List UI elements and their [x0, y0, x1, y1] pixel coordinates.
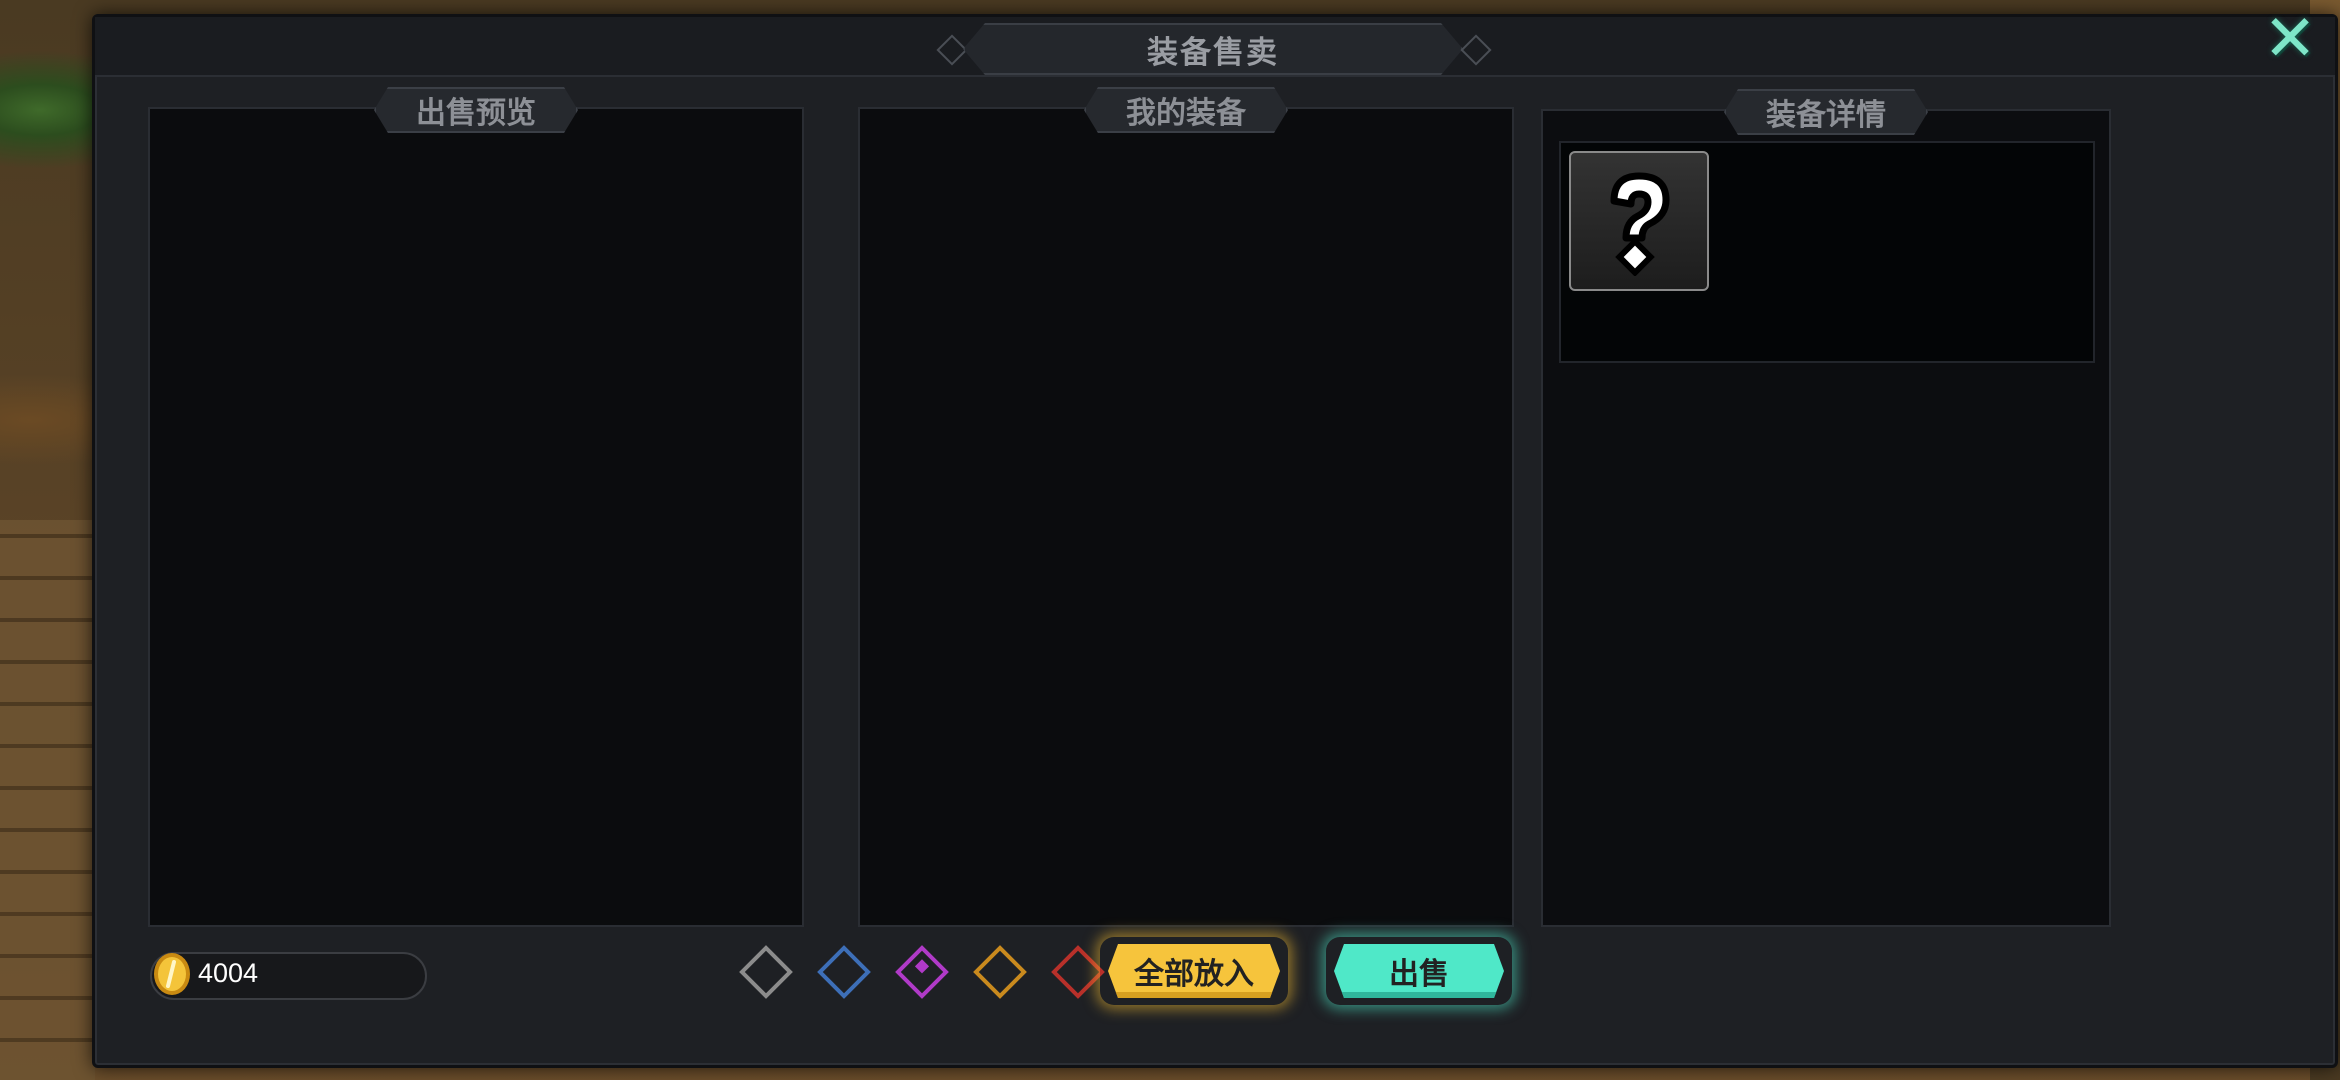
- dialog-title: 装备售卖: [1147, 34, 1279, 71]
- panel-title-sell-preview: 出售预览: [374, 87, 578, 133]
- gold-amount: 4004: [198, 958, 259, 988]
- add-all-button[interactable]: 全部放入: [1108, 944, 1280, 998]
- equipment-detail-panel: 装备详情: [1541, 109, 2111, 927]
- unknown-item-slot[interactable]: [1569, 151, 1709, 291]
- dialog-title-plate: 装备售卖: [963, 23, 1463, 75]
- question-mark-icon: [1610, 172, 1670, 276]
- panel-title-my-equipment: 我的装备: [1084, 87, 1288, 133]
- sell-preview-panel[interactable]: 出售预览: [148, 107, 804, 927]
- sell-button[interactable]: 出售: [1334, 944, 1504, 998]
- title-right-ornament-icon: [1460, 34, 1492, 66]
- close-icon: ✕: [2263, 2, 2317, 76]
- dialog-title-bar: 装备售卖: [95, 17, 2335, 77]
- close-button[interactable]: ✕: [2254, 2, 2326, 76]
- coin-icon: [154, 953, 190, 995]
- title-left-ornament-icon: [936, 34, 968, 66]
- background-brick-wall: [0, 520, 95, 1080]
- my-equipment-panel[interactable]: 我的装备: [858, 107, 1514, 927]
- panel-title-equipment-detail: 装备详情: [1724, 89, 1928, 135]
- equipment-detail-box: [1559, 141, 2095, 363]
